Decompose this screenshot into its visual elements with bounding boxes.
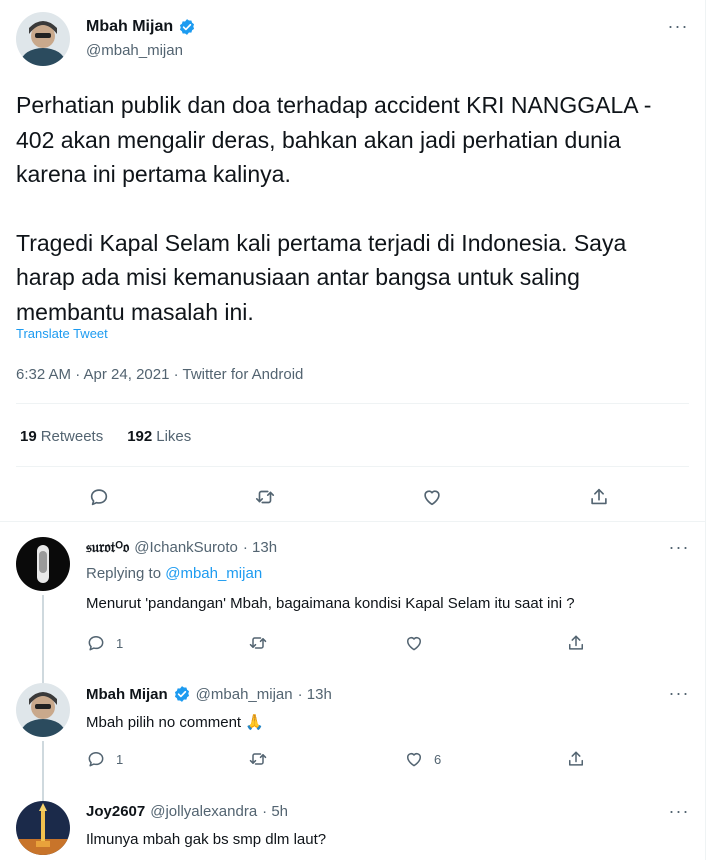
tweet-actions <box>0 474 706 518</box>
replying-to-link[interactable]: @mbah_mijan <box>165 565 262 582</box>
thread-line <box>42 595 44 663</box>
reply-icon <box>88 636 104 651</box>
divider <box>0 521 705 522</box>
tweet-paragraph: Perhatian publik dan doa terhadap accide… <box>16 92 652 187</box>
tweet-text: Perhatian publik dan doa terhadap accide… <box>16 88 686 329</box>
reply-tweet[interactable]: 𝔰𝔲𝔯𝔬𝔱ᴼ𝔬 @IchankSuroto · 13h ··· Replying… <box>0 537 706 663</box>
avatar[interactable] <box>16 801 70 855</box>
user-handle[interactable]: @mbah_mijan <box>196 686 293 703</box>
user-handle[interactable]: @jollyalexandra <box>150 803 257 820</box>
thread-line <box>42 741 44 783</box>
retweet-icon[interactable] <box>250 482 280 512</box>
avatar[interactable] <box>16 12 70 66</box>
like-count: 6 <box>434 751 442 767</box>
reply-time[interactable]: · 5h <box>262 803 288 820</box>
thread-line <box>42 663 44 683</box>
retweets-count: 19 <box>20 428 37 445</box>
replying-prefix: Replying to <box>86 565 166 582</box>
like-icon[interactable] <box>417 482 447 512</box>
translate-tweet-link[interactable]: Translate Tweet <box>16 326 108 341</box>
share-icon <box>569 751 583 766</box>
reply-actions: 1 <box>86 633 606 661</box>
user-handle[interactable]: @IchankSuroto <box>134 539 238 556</box>
reply-actions: 1 6 <box>86 749 606 777</box>
like-button[interactable]: 6 <box>404 749 441 769</box>
tweet-header: Mbah Mijan @mbah_mijan ··· <box>16 12 689 68</box>
reply-tweet[interactable]: Joy2607 @jollyalexandra · 5h ··· Ilmunya… <box>0 781 706 860</box>
share-button[interactable] <box>566 633 586 653</box>
retweets-stat[interactable]: 19 Retweets <box>20 428 103 445</box>
replying-to: Replying to @mbah_mijan <box>86 565 262 582</box>
divider <box>16 403 689 404</box>
tweet-paragraph: Tragedi Kapal Selam kali pertama terjadi… <box>16 229 627 325</box>
retweet-icon <box>249 637 267 649</box>
tweet-detail-page: Mbah Mijan @mbah_mijan ··· Perhatian pub… <box>0 0 706 860</box>
retweet-button[interactable] <box>248 749 268 769</box>
retweets-label: Retweets <box>40 428 104 445</box>
user-handle[interactable]: @mbah_mijan <box>86 42 183 59</box>
display-name[interactable]: Mbah Mijan <box>86 686 168 703</box>
reply-text: Mbah pilih no comment 🙏 <box>86 714 264 731</box>
avatar[interactable] <box>16 683 70 737</box>
likes-stat[interactable]: 192 Likes <box>127 428 191 445</box>
reply-button[interactable]: 1 <box>86 749 123 769</box>
tweet-stats: 19 Retweets 192 Likes <box>20 428 191 445</box>
more-options-icon[interactable]: ··· <box>668 537 690 557</box>
reply-icon[interactable] <box>84 482 114 512</box>
like-button[interactable] <box>404 633 424 653</box>
share-icon[interactable] <box>584 482 614 512</box>
reply-text: Menurut 'pandangan' Mbah, bagaimana kond… <box>86 595 575 612</box>
likes-count: 192 <box>127 428 153 445</box>
more-options-icon[interactable]: ··· <box>668 683 690 703</box>
share-icon <box>569 635 583 650</box>
retweet-icon <box>249 753 267 765</box>
like-icon <box>407 637 421 651</box>
display-name[interactable]: 𝔰𝔲𝔯𝔬𝔱ᴼ𝔬 <box>86 539 129 556</box>
verified-badge-icon <box>178 18 196 36</box>
like-icon <box>407 753 421 767</box>
share-button[interactable] <box>566 749 586 769</box>
reply-count: 1 <box>116 751 124 767</box>
reply-count: 1 <box>116 635 124 651</box>
more-options-icon[interactable]: ··· <box>667 16 689 36</box>
reply-text: Ilmunya mbah gak bs smp dlm laut? <box>86 831 327 848</box>
avatar[interactable] <box>16 537 70 591</box>
tweet-timestamp[interactable]: 6:32 AM · Apr 24, 2021 · Twitter for And… <box>16 366 303 383</box>
reply-time[interactable]: · 13h <box>298 686 332 703</box>
reply-time[interactable]: · 13h <box>243 539 277 556</box>
thread-line <box>42 781 44 801</box>
display-name[interactable]: Joy2607 <box>86 803 145 820</box>
likes-label: Likes <box>156 428 192 445</box>
reply-button[interactable]: 1 <box>86 633 123 653</box>
display-name[interactable]: Mbah Mijan <box>86 18 173 36</box>
reply-tweet[interactable]: Mbah Mijan @mbah_mijan · 13h ··· Mbah pi… <box>0 663 706 783</box>
verified-badge-icon <box>173 685 191 703</box>
more-options-icon[interactable]: ··· <box>668 801 690 821</box>
reply-icon <box>88 752 104 767</box>
retweet-button[interactable] <box>248 633 268 653</box>
divider <box>16 466 689 467</box>
